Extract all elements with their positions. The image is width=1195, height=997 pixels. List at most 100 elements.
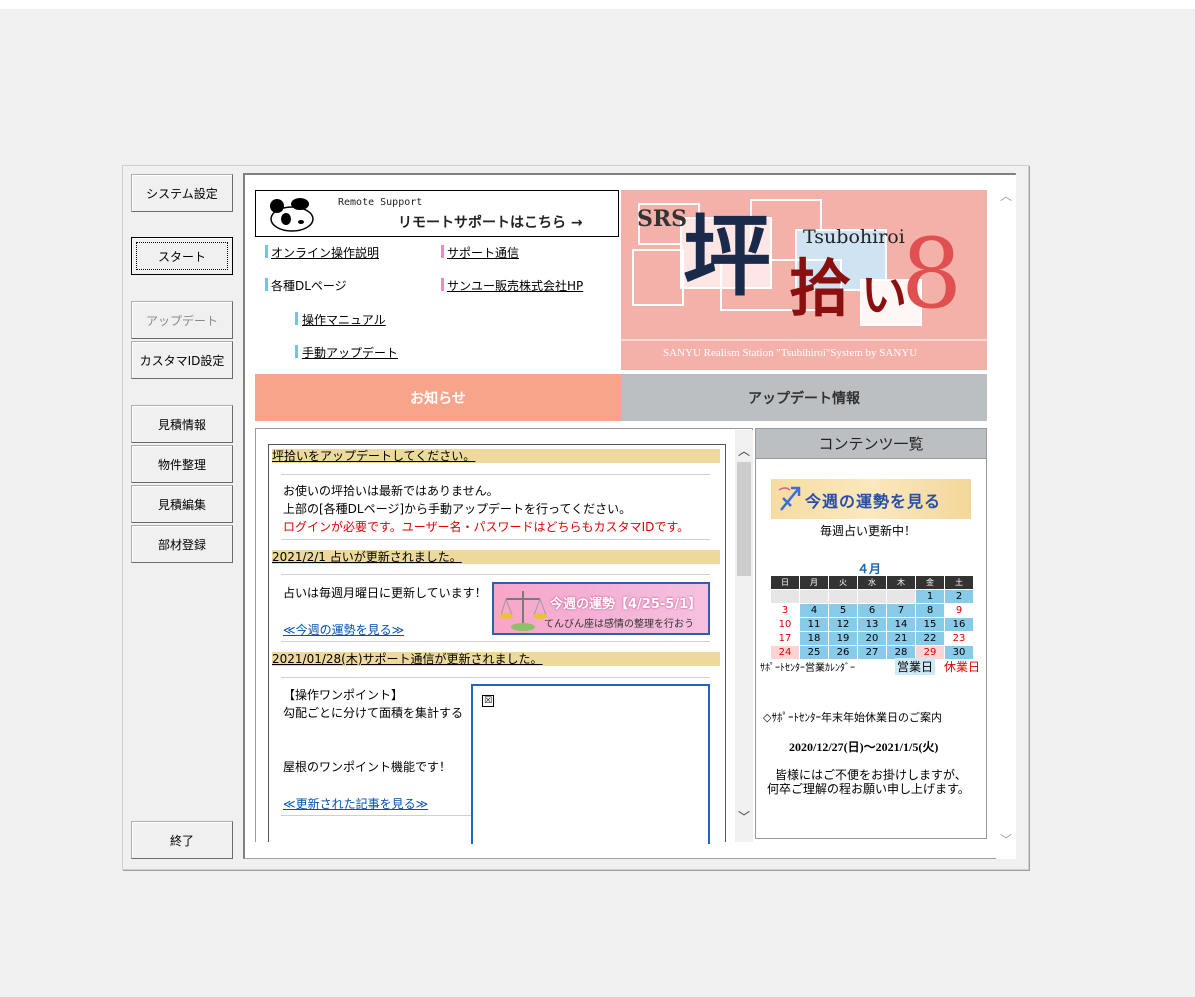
- calendar-day: 15: [915, 617, 945, 632]
- link-bar: [441, 278, 444, 291]
- calendar-day: 4: [799, 603, 829, 618]
- estimate-edit-button[interactable]: 見積編集: [131, 485, 233, 523]
- tab-news[interactable]: お知らせ: [255, 374, 621, 421]
- news-scroll-thumb[interactable]: [737, 462, 751, 576]
- support-news-link[interactable]: サポート通信: [447, 244, 519, 261]
- dl-pages-label: 各種DLページ: [271, 279, 347, 293]
- calendar-day: 20: [857, 631, 887, 646]
- article-link[interactable]: ≪更新された記事を見る≫: [283, 795, 428, 812]
- calendar-day: 27: [857, 645, 887, 660]
- manual-update-link[interactable]: 手動アップデート: [302, 344, 398, 361]
- estimate-info-button[interactable]: 見積情報: [131, 405, 233, 443]
- calendar-day: 9: [944, 603, 974, 618]
- link-bar: [295, 312, 298, 325]
- logo-caption: SANYU Realism Station "Tsubihiroi"System…: [663, 347, 918, 359]
- contents-title: コンテンツ一覧: [756, 429, 986, 459]
- tab-update-info[interactable]: アップデート情報: [621, 374, 987, 421]
- news-text: 【操作ワンポイント】: [283, 688, 404, 702]
- calendar-day: 25: [799, 645, 829, 660]
- link-bar: [295, 345, 298, 358]
- notice-title: ◇ｻﾎﾟｰﾄｾﾝﾀｰ年末年始休業日のご案内: [763, 711, 942, 724]
- calendar-day: 14: [886, 617, 916, 632]
- news-scroll-up-icon[interactable]: ︿: [734, 442, 754, 459]
- calendar-day: 6: [857, 603, 887, 618]
- banner-subtitle: てんびん座は感情の整理を行おう: [544, 619, 694, 630]
- calendar-label: ｻﾎﾟｰﾄｾﾝﾀｰ営業ｶﾚﾝﾀﾞｰ: [760, 663, 855, 674]
- weekday-header: 火: [828, 575, 858, 590]
- divider: [281, 539, 710, 540]
- customer-id-settings-button[interactable]: カスタマID設定: [131, 341, 233, 379]
- materials-register-button[interactable]: 部材登録: [131, 525, 233, 563]
- holiday-legend: 休業日: [944, 660, 981, 674]
- calendar-day: 24: [770, 645, 800, 660]
- start-button[interactable]: スタート: [131, 237, 233, 275]
- calendar-day: 3: [770, 603, 800, 618]
- update-button[interactable]: アップデート: [131, 301, 233, 339]
- logo-tsubohiroi: Tsubohiroi: [803, 226, 905, 248]
- weekday-header: 水: [857, 575, 887, 590]
- logo-kanji-tsubo: 坪: [683, 204, 772, 308]
- scroll-down-icon[interactable]: ﹀: [996, 831, 1016, 848]
- banner-title: 今週の運勢【4/25-5/1】: [550, 597, 702, 612]
- online-manual-link[interactable]: オンライン操作説明: [271, 244, 379, 261]
- divider: [281, 474, 710, 475]
- news-header[interactable]: 坪拾いをアップデートしてください。: [272, 449, 720, 463]
- calendar-day: 16: [944, 617, 974, 632]
- calendar-day: 21: [886, 631, 916, 646]
- remote-support-banner[interactable]: Remote Support リモートサポートはこちら →: [255, 190, 619, 237]
- calendar-day: [886, 589, 916, 604]
- top-strip: [0, 0, 1195, 9]
- notice-dates: 2020/12/27(日)〜2021/1/5(火): [789, 740, 939, 754]
- news-text: 勾配ごとに分けて面積を集計する: [283, 706, 464, 720]
- news-header[interactable]: 2021/01/28(木)サポート通信が更新されました。: [272, 652, 720, 666]
- news-text: 上部の[各種DLページ]から手動アップデートを行ってください。: [283, 502, 632, 516]
- sagittarius-icon: [778, 486, 801, 511]
- notice-line: 何卒ご理解の程お願い申し上げます。: [767, 782, 970, 796]
- calendar-day: 22: [915, 631, 945, 646]
- weekly-fortune-banner[interactable]: 今週の運勢【4/25-5/1】 てんびん座は感情の整理を行おう: [492, 582, 710, 635]
- logo-kanji-hiroi: 拾: [789, 252, 852, 325]
- news-warning: ログインが必要です。ユーザー名・パスワードはどちらもカスタマIDです。: [283, 520, 690, 534]
- news-text: お使いの坪拾いは最新ではありません。: [283, 484, 499, 498]
- calendar-day: 8: [915, 603, 945, 618]
- calendar-day: [828, 589, 858, 604]
- calendar-day: 11: [799, 617, 829, 632]
- exit-button[interactable]: 終了: [131, 821, 233, 859]
- calendar-day: [770, 589, 800, 604]
- broken-image-icon: ☒: [482, 695, 494, 707]
- broken-image-frame: ☒: [471, 684, 710, 844]
- calendar-day: [857, 589, 887, 604]
- remote-support-small-text: Remote Support: [338, 197, 423, 208]
- fortune-link[interactable]: ≪今週の運勢を見る≫: [283, 621, 404, 638]
- calendar-day: 23: [944, 631, 974, 646]
- weekday-header: 金: [915, 575, 945, 590]
- calendar-day: 18: [799, 631, 829, 646]
- system-settings-button[interactable]: システム設定: [131, 174, 233, 212]
- link-bar: [265, 278, 268, 291]
- divider: [281, 815, 471, 816]
- news-scroll-down-icon[interactable]: ﹀: [734, 808, 754, 825]
- operation-manual-link[interactable]: 操作マニュアル: [302, 311, 386, 328]
- calendar-day: 26: [828, 645, 858, 660]
- calendar-day: 10: [770, 617, 800, 632]
- remote-support-link-text[interactable]: リモートサポートはこちら →: [398, 212, 583, 232]
- logo-srs: SRS: [637, 206, 688, 232]
- calendar-day: 19: [828, 631, 858, 646]
- news-header[interactable]: 2021/2/1 占いが更新されました。: [272, 550, 720, 564]
- scroll-up-icon[interactable]: ︿: [996, 187, 1016, 204]
- weekday-header: 月: [799, 575, 829, 590]
- logo-eight: 8: [901, 218, 963, 330]
- divider: [281, 574, 710, 575]
- link-bar: [265, 245, 268, 258]
- calendar-day: 12: [828, 617, 858, 632]
- divider: [281, 677, 710, 678]
- property-organize-button[interactable]: 物件整理: [131, 445, 233, 483]
- divider: [281, 641, 710, 642]
- calendar-day: [799, 589, 829, 604]
- fortune-banner[interactable]: 今週の運勢を見る: [771, 479, 971, 519]
- page-scrollbar[interactable]: ︿ ﹀: [996, 175, 1016, 859]
- calendar-day: 5: [828, 603, 858, 618]
- tsubohiroi-logo: SRS Tsubohiroi 坪 拾 い 8 SANYU Realism Sta…: [621, 190, 987, 370]
- sanyu-hp-link[interactable]: サンユー販売株式会社HP: [447, 277, 583, 294]
- weekday-header: 木: [886, 575, 916, 590]
